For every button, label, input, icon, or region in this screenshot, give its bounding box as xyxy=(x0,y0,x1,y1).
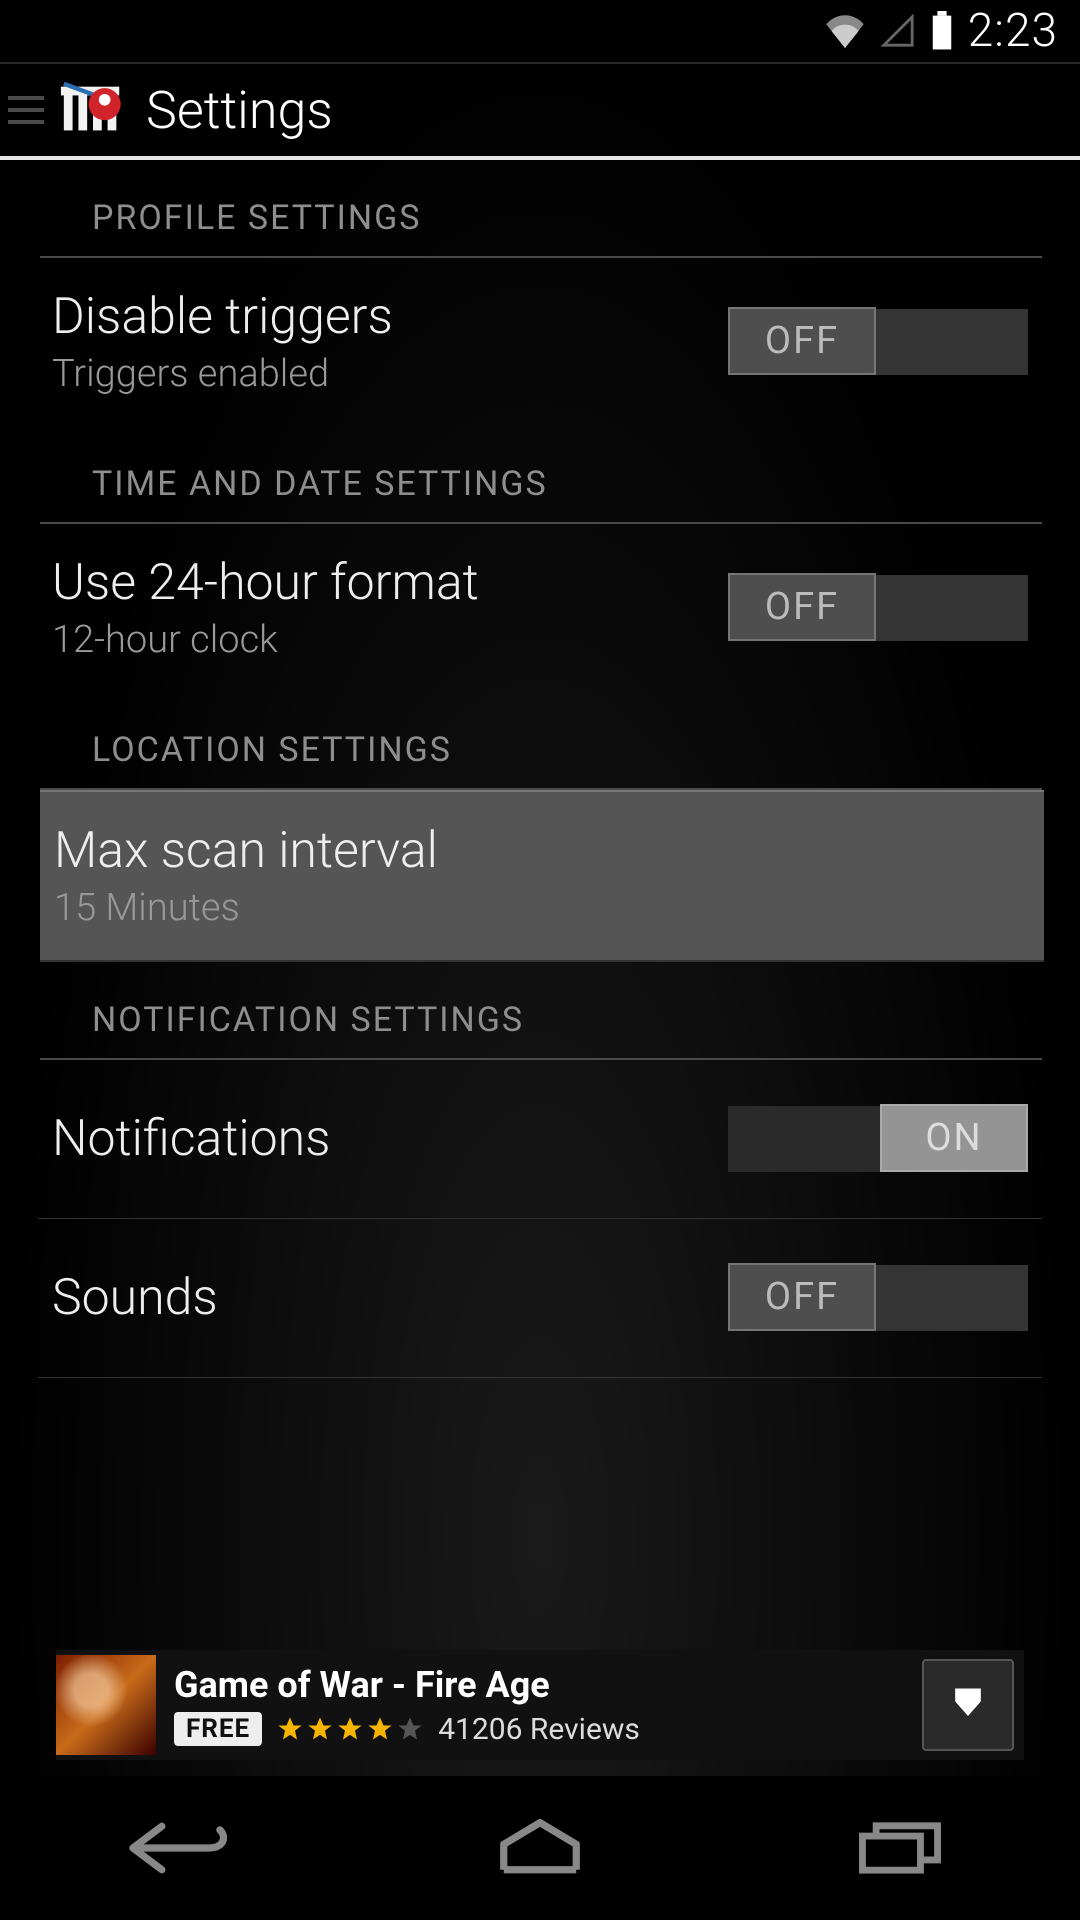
toggle-24h-format[interactable]: OFF xyxy=(728,575,1028,641)
setting-sounds[interactable]: Sounds OFF xyxy=(38,1219,1042,1378)
page-title: Settings xyxy=(146,80,333,141)
ad-price-badge: FREE xyxy=(174,1712,262,1746)
status-clock: 2:23 xyxy=(968,4,1058,58)
ad-title: Game of War - Fire Age xyxy=(174,1664,904,1706)
system-nav-bar xyxy=(0,1776,1080,1920)
recent-apps-button[interactable] xyxy=(820,1813,980,1883)
setting-disable-triggers[interactable]: Disable triggers Triggers enabled OFF xyxy=(0,258,1080,426)
toggle-knob: OFF xyxy=(728,1263,876,1331)
section-header-profile: PROFILE SETTINGS xyxy=(40,160,1042,258)
battery-icon xyxy=(930,11,954,51)
wifi-icon xyxy=(824,14,866,48)
ad-banner[interactable]: Game of War - Fire Age FREE 41206 Review… xyxy=(56,1650,1024,1760)
toggle-notifications[interactable]: ON xyxy=(728,1106,1028,1172)
setting-title: Max scan interval xyxy=(54,822,438,880)
back-button[interactable] xyxy=(100,1813,260,1883)
ad-thumbnail xyxy=(56,1655,156,1755)
menu-icon[interactable] xyxy=(8,96,44,124)
recent-apps-icon xyxy=(852,1819,948,1877)
back-icon xyxy=(125,1819,235,1877)
setting-title: Disable triggers xyxy=(52,288,393,346)
ad-info: Game of War - Fire Age FREE 41206 Review… xyxy=(174,1664,904,1747)
section-header-time-date: TIME AND DATE SETTINGS xyxy=(40,426,1042,524)
toggle-disable-triggers[interactable]: OFF xyxy=(728,309,1028,375)
settings-list: PROFILE SETTINGS Disable triggers Trigge… xyxy=(0,160,1080,1378)
setting-max-scan-interval[interactable]: Max scan interval 15 Minutes xyxy=(40,790,1044,962)
home-icon xyxy=(492,1819,588,1877)
setting-notifications[interactable]: Notifications ON xyxy=(38,1060,1042,1219)
status-bar: 2:23 xyxy=(0,0,1080,62)
ad-rating-stars xyxy=(276,1715,424,1743)
setting-24h-format[interactable]: Use 24-hour format 12-hour clock OFF xyxy=(0,524,1080,692)
home-button[interactable] xyxy=(460,1813,620,1883)
toggle-knob: OFF xyxy=(728,573,876,641)
section-header-location: LOCATION SETTINGS xyxy=(40,692,1042,790)
setting-subtitle: 12-hour clock xyxy=(52,618,479,662)
setting-title: Notifications xyxy=(52,1110,331,1168)
app-bar: Settings xyxy=(0,64,1080,160)
ad-download-button[interactable] xyxy=(922,1659,1014,1751)
ad-review-count: 41206 Reviews xyxy=(438,1712,640,1747)
toggle-sounds[interactable]: OFF xyxy=(728,1265,1028,1331)
cell-signal-icon xyxy=(880,14,916,48)
section-header-notification: NOTIFICATION SETTINGS xyxy=(40,962,1042,1060)
app-logo-icon[interactable] xyxy=(58,75,128,145)
setting-title: Use 24-hour format xyxy=(52,554,479,612)
setting-subtitle: 15 Minutes xyxy=(54,886,438,930)
toggle-knob: OFF xyxy=(728,307,876,375)
setting-title: Sounds xyxy=(52,1269,218,1327)
download-icon xyxy=(946,1683,990,1727)
toggle-knob: ON xyxy=(880,1104,1028,1172)
setting-subtitle: Triggers enabled xyxy=(52,352,393,396)
